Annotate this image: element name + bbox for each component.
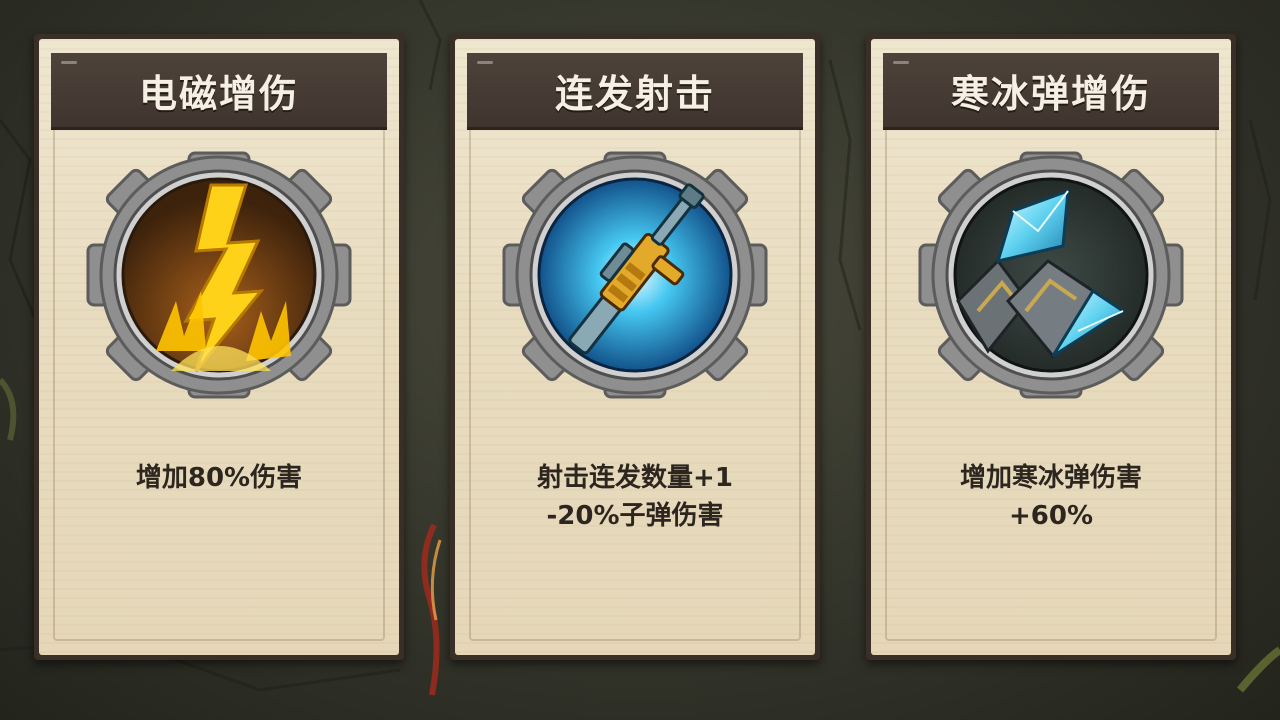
red-slash-effect: [421, 523, 442, 696]
card-description: 增加寒冰弹伤害 +60%: [891, 459, 1211, 535]
upgrade-card-electromagnetic[interactable]: 电磁增伤 增加80%伤害: [34, 34, 404, 660]
upgrade-card-ice-bullet[interactable]: 寒冰弹增伤 增加寒冰弹伤害 +60%: [866, 34, 1236, 660]
desc-line: 增加80%伤害: [135, 463, 303, 493]
card-title-bar: 连发射击: [467, 53, 803, 130]
title-notch: [477, 61, 493, 64]
rifle-icon: [502, 151, 768, 399]
card-description: 射击连发数量+1 -20%子弹伤害: [475, 459, 795, 535]
card-title: 连发射击: [554, 71, 715, 116]
card-paper: 寒冰弹增伤 增加寒冰弹伤害 +60%: [871, 39, 1231, 655]
desc-line: 增加寒冰弹伤害: [959, 463, 1142, 493]
lightning-icon: [86, 151, 352, 399]
card-title-bar: 电磁增伤: [51, 53, 387, 130]
title-notch: [61, 61, 77, 64]
card-paper: 电磁增伤 增加80%伤害: [39, 39, 399, 655]
card-paper: 连发射击 射击连发数量+1 -20%子弹伤害: [455, 39, 815, 655]
desc-line: 射击连发数量+1: [537, 463, 733, 493]
card-title: 电磁增伤: [138, 71, 299, 116]
card-description: 增加80%伤害: [59, 459, 379, 497]
desc-line: +60%: [1008, 501, 1094, 531]
upgrade-card-burst-fire[interactable]: 连发射击 射击连发数量+1 -20%子弹伤害: [450, 34, 820, 660]
ice-crystal-icon: [918, 151, 1184, 399]
card-title-bar: 寒冰弹增伤: [883, 53, 1219, 130]
desc-line: -20%子弹伤害: [546, 501, 724, 531]
title-notch: [893, 61, 909, 64]
card-title: 寒冰弹增伤: [950, 71, 1151, 116]
